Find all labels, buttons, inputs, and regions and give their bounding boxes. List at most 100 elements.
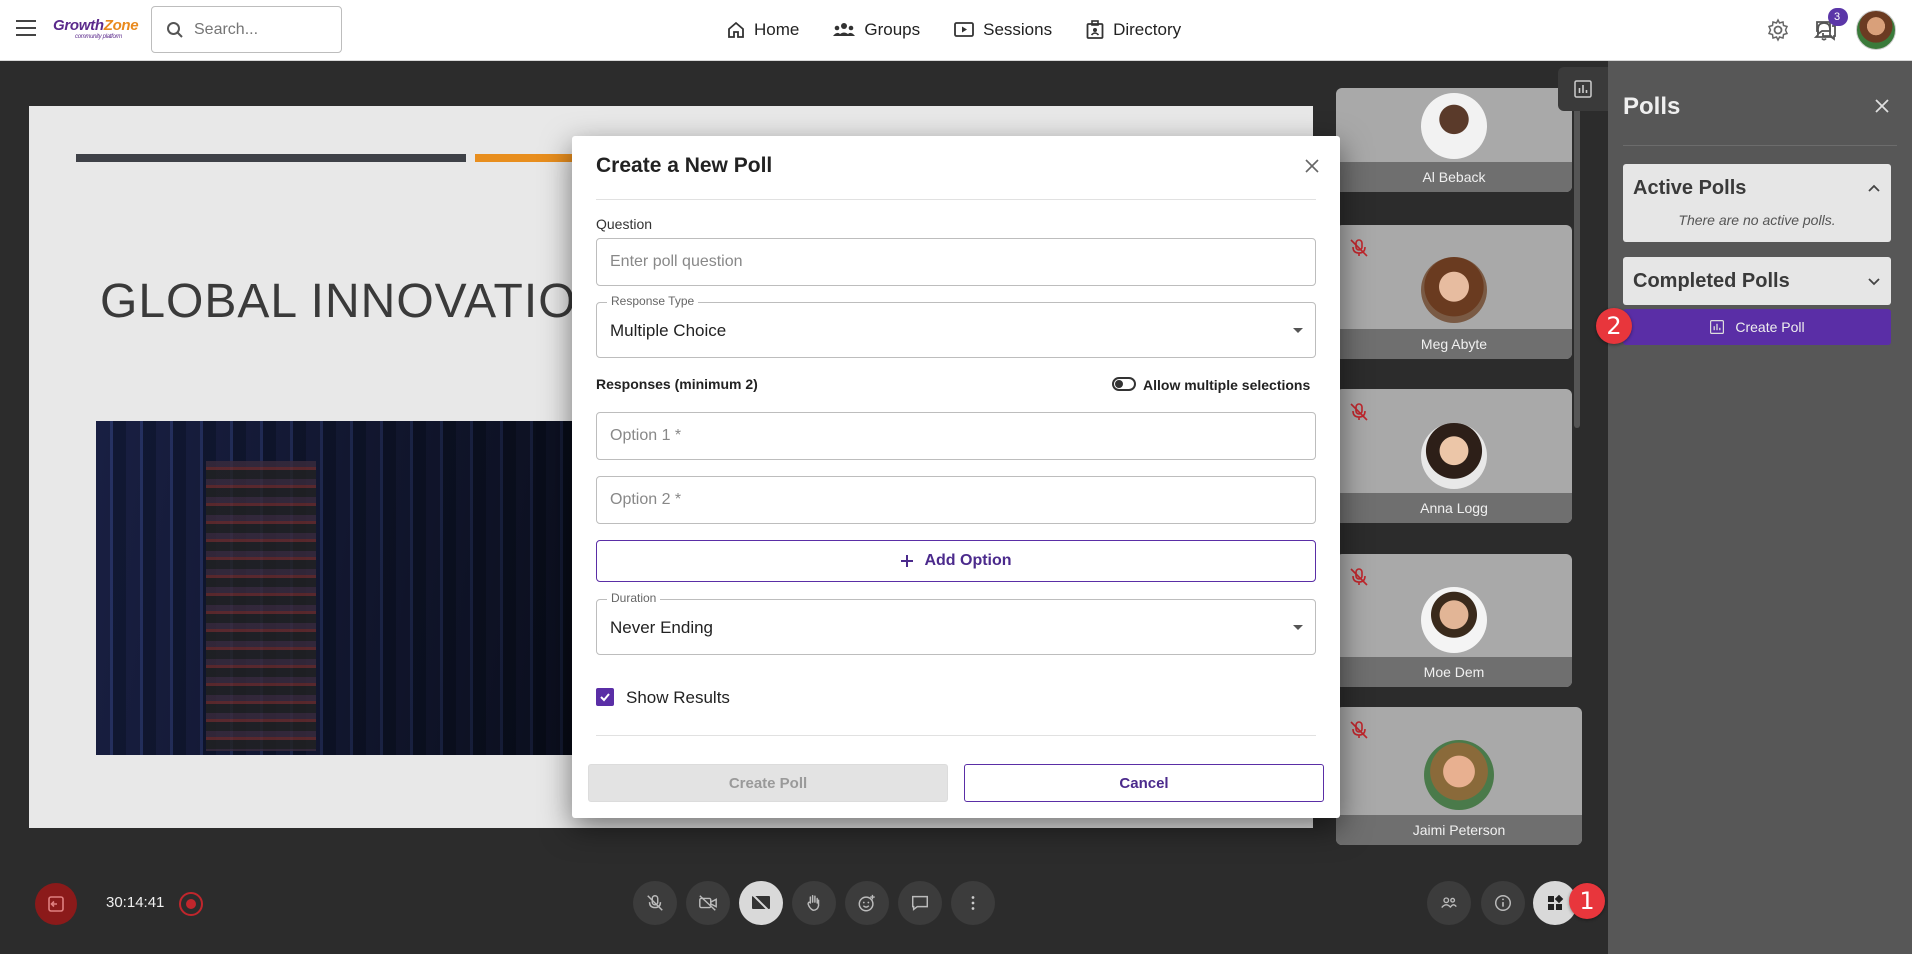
reactions-button[interactable]: [845, 881, 889, 925]
tiles-scrollbar[interactable]: [1574, 88, 1580, 428]
allow-multiple-label: Allow multiple selections: [1143, 377, 1311, 393]
poll-chart-icon: [1710, 320, 1725, 334]
groups-icon: [833, 23, 856, 36]
duration-label: Duration: [607, 591, 661, 605]
search-box[interactable]: [151, 6, 342, 53]
nav-groups-label: Groups: [864, 20, 921, 39]
info-button[interactable]: [1481, 881, 1525, 925]
completed-polls-title: Completed Polls: [1633, 269, 1790, 292]
growthzone-logo[interactable]: GrowthZone community platform: [53, 18, 139, 40]
directory-icon: [1086, 20, 1104, 39]
screen-share-button[interactable]: [739, 881, 783, 925]
add-option-button[interactable]: Add Option: [596, 540, 1316, 582]
home-icon: [728, 21, 744, 38]
participant-tile[interactable]: Al Beback: [1336, 88, 1572, 192]
top-navigation-bar: GrowthZonecommunity platform Home Groups…: [0, 0, 1912, 61]
record-icon[interactable]: [179, 892, 203, 916]
participant-tile[interactable]: Meg Abyte: [1336, 225, 1572, 359]
active-polls-header[interactable]: Active Polls: [1623, 164, 1891, 212]
allow-multiple-toggle[interactable]: [1112, 377, 1136, 391]
option-2-input[interactable]: [610, 477, 1290, 523]
participant-name: Moe Dem: [1336, 657, 1572, 687]
mic-off-icon: [1350, 403, 1368, 421]
hand-icon: [807, 895, 820, 912]
duration-select[interactable]: Duration Never Ending: [596, 591, 1316, 655]
participant-name: Al Beback: [1336, 162, 1572, 192]
participant-tile[interactable]: Jaimi Peterson: [1336, 707, 1582, 845]
search-input[interactable]: [194, 20, 324, 39]
dropdown-caret-icon: [1293, 328, 1303, 333]
participant-avatar: [1421, 257, 1487, 323]
option-2-field[interactable]: [596, 476, 1316, 524]
question-input[interactable]: [610, 239, 1290, 285]
menu-icon[interactable]: [16, 20, 36, 38]
nav-sessions[interactable]: Sessions: [954, 20, 1052, 40]
create-poll-sidebar-label: Create Poll: [1735, 319, 1805, 335]
raise-hand-button[interactable]: [792, 881, 836, 925]
more-options-button[interactable]: [951, 881, 995, 925]
polls-panel-toggle[interactable]: [1558, 67, 1608, 111]
show-results-checkbox[interactable]: [596, 688, 614, 706]
step-marker-1: 1: [1569, 883, 1605, 919]
create-poll-sidebar-button[interactable]: Create Poll: [1623, 309, 1891, 345]
response-type-select[interactable]: Response Type Multiple Choice: [596, 294, 1316, 358]
cancel-button[interactable]: Cancel: [964, 764, 1324, 802]
logo-subtitle: community platform: [75, 34, 122, 40]
active-polls-section: Active Polls There are no active polls.: [1623, 164, 1891, 242]
nav-directory[interactable]: Directory: [1086, 20, 1181, 40]
dialog-divider: [596, 199, 1316, 200]
nav-home[interactable]: Home: [727, 20, 799, 40]
notifications-bell-icon[interactable]: 3: [1812, 8, 1846, 42]
participant-name: Jaimi Peterson: [1336, 815, 1582, 845]
create-poll-button[interactable]: Create Poll: [588, 764, 948, 802]
completed-polls-header[interactable]: Completed Polls: [1623, 257, 1891, 305]
nav-sessions-label: Sessions: [983, 20, 1053, 39]
participant-avatar: [1424, 740, 1494, 810]
participant-name: Anna Logg: [1336, 493, 1572, 523]
session-timer: 30:14:41: [106, 894, 165, 911]
option-1-field[interactable]: [596, 412, 1316, 460]
nav-groups[interactable]: Groups: [833, 20, 920, 40]
chat-icon: [912, 895, 928, 911]
mic-off-icon: [1350, 721, 1368, 739]
participant-avatar: [1421, 93, 1487, 159]
participant-tile[interactable]: Anna Logg: [1336, 389, 1572, 523]
participant-name: Meg Abyte: [1336, 329, 1572, 359]
polls-panel-title: Polls: [1623, 93, 1681, 120]
dialog-footer-divider: [596, 735, 1316, 736]
question-label: Question: [596, 216, 653, 232]
question-field[interactable]: [596, 238, 1316, 286]
chevron-up-icon: [1868, 184, 1880, 192]
settings-gear-icon[interactable]: [1766, 18, 1790, 42]
mic-off-icon: [647, 895, 663, 911]
participant-tile[interactable]: Moe Dem: [1336, 554, 1572, 687]
slide-title: GLOBAL INNOVATION: [100, 275, 613, 328]
people-icon: [1441, 897, 1457, 909]
nav-directory-label: Directory: [1113, 20, 1182, 39]
chat-button[interactable]: [898, 881, 942, 925]
leave-session-button[interactable]: [35, 883, 77, 925]
response-type-label: Response Type: [607, 294, 699, 308]
user-avatar[interactable]: [1856, 10, 1896, 50]
mic-off-icon: [1350, 239, 1368, 257]
mic-off-icon: [1350, 568, 1368, 586]
polls-divider: [1623, 145, 1897, 146]
response-type-value: Multiple Choice: [610, 321, 727, 340]
poll-chart-icon: [1574, 80, 1592, 98]
option-1-input[interactable]: [610, 413, 1290, 459]
active-polls-empty-text: There are no active polls.: [1678, 212, 1836, 228]
create-poll-dialog: Create a New Poll Question Response Type…: [572, 136, 1340, 818]
close-icon[interactable]: [1874, 98, 1890, 114]
sessions-icon: [954, 22, 975, 37]
camera-off-button[interactable]: [686, 881, 730, 925]
participant-avatar: [1421, 423, 1487, 489]
notifications-badge: 3: [1828, 8, 1846, 26]
dropdown-caret-icon: [1293, 625, 1303, 630]
more-vertical-icon: [971, 896, 975, 910]
responses-label: Responses (minimum 2): [596, 376, 758, 392]
apps-grid-icon: [1548, 894, 1564, 910]
close-icon[interactable]: [1302, 156, 1322, 176]
duration-value: Never Ending: [610, 618, 714, 637]
mute-mic-button[interactable]: [633, 881, 677, 925]
participants-button[interactable]: [1427, 881, 1471, 925]
